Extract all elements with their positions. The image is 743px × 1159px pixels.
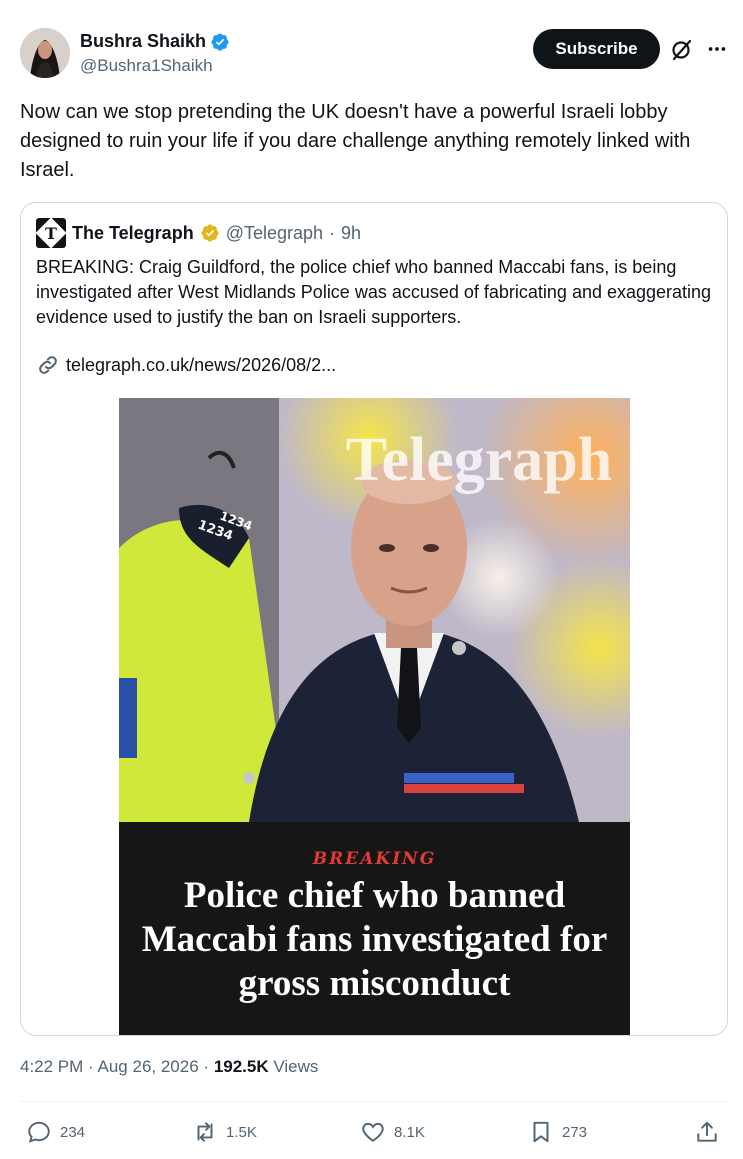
quote-text: BREAKING: Craig Guildford, the police ch… (36, 257, 712, 327)
quote-link-text[interactable]: telegraph.co.uk/news/2026/08/2... (66, 355, 336, 376)
news-photo: 1234 Telegraph 1234 (119, 398, 630, 822)
tweet-header: Bushra Shaikh @Bushra1Shaikh Subscribe (20, 28, 728, 80)
tweet-time[interactable]: 4:22 PM (20, 1057, 83, 1076)
views-count[interactable]: 192.5K (214, 1057, 269, 1076)
meta-separator: · (203, 1057, 210, 1076)
quote-author-handle[interactable]: @Telegraph (226, 223, 323, 244)
quote-link[interactable]: telegraph.co.uk/news/2026/08/2... (36, 353, 336, 377)
author-block: Bushra Shaikh @Bushra1Shaikh (80, 31, 230, 76)
bookmark-icon (533, 1121, 549, 1143)
more-icon[interactable] (706, 38, 728, 60)
image-headline: Police chief who banned Maccabi fans inv… (141, 875, 608, 1004)
subscribe-button[interactable]: Subscribe (533, 29, 660, 69)
grok-icon[interactable] (670, 38, 694, 62)
quote-author-name[interactable]: The Telegraph (72, 223, 194, 244)
author-name[interactable]: Bushra Shaikh (80, 31, 206, 52)
divider (20, 1101, 728, 1102)
tweet-meta: 4:22 PM · Aug 26, 2026 · 192.5K Views (20, 1057, 318, 1077)
verified-badge-icon (211, 32, 229, 51)
telegraph-watermark: Telegraph (346, 426, 612, 494)
quote-tweet-card[interactable]: T The Telegraph @Telegraph · 9h BREAKING… (20, 202, 728, 1036)
tweet-text: Now can we stop pretending the UK doesn'… (20, 101, 691, 181)
share-icon (697, 1121, 717, 1142)
telegraph-logo-icon[interactable]: T (36, 218, 66, 248)
tweet-date[interactable]: Aug 26, 2026 (98, 1057, 199, 1076)
quote-header: T The Telegraph @Telegraph · 9h (36, 218, 361, 248)
svg-text:T: T (45, 224, 57, 243)
avatar[interactable] (20, 28, 70, 78)
quote-separator: · (329, 222, 336, 243)
quote-time[interactable]: 9h (341, 223, 361, 244)
image-caption-panel: BREAKING Police chief who banned Maccabi… (119, 822, 630, 1035)
action-bar: 234 1.5K 8.1K 273 (20, 1117, 728, 1147)
gold-badge-icon (201, 224, 219, 242)
views-label: Views (273, 1057, 319, 1076)
like-icon (362, 1122, 384, 1142)
like-count: 8.1K (394, 1123, 425, 1141)
bookmark-count: 273 (562, 1123, 588, 1141)
reply-count: 234 (60, 1123, 86, 1141)
link-icon (39, 356, 57, 374)
reply-icon (28, 1121, 50, 1143)
meta-separator: · (88, 1057, 94, 1076)
bookmark-button[interactable]: 273 (528, 1117, 587, 1147)
reply-button[interactable]: 234 (26, 1117, 85, 1147)
breaking-kicker: BREAKING (312, 849, 437, 869)
author-handle[interactable]: @Bushra1Shaikh (80, 56, 230, 76)
like-button[interactable]: 8.1K (360, 1117, 425, 1147)
repost-count: 1.5K (226, 1123, 257, 1141)
quote-media-image[interactable]: 1234 Telegraph 1234 BREAKING Police chie… (119, 398, 630, 1035)
repost-button[interactable]: 1.5K (192, 1117, 257, 1147)
repost-icon (197, 1122, 213, 1142)
share-button[interactable] (694, 1117, 720, 1147)
